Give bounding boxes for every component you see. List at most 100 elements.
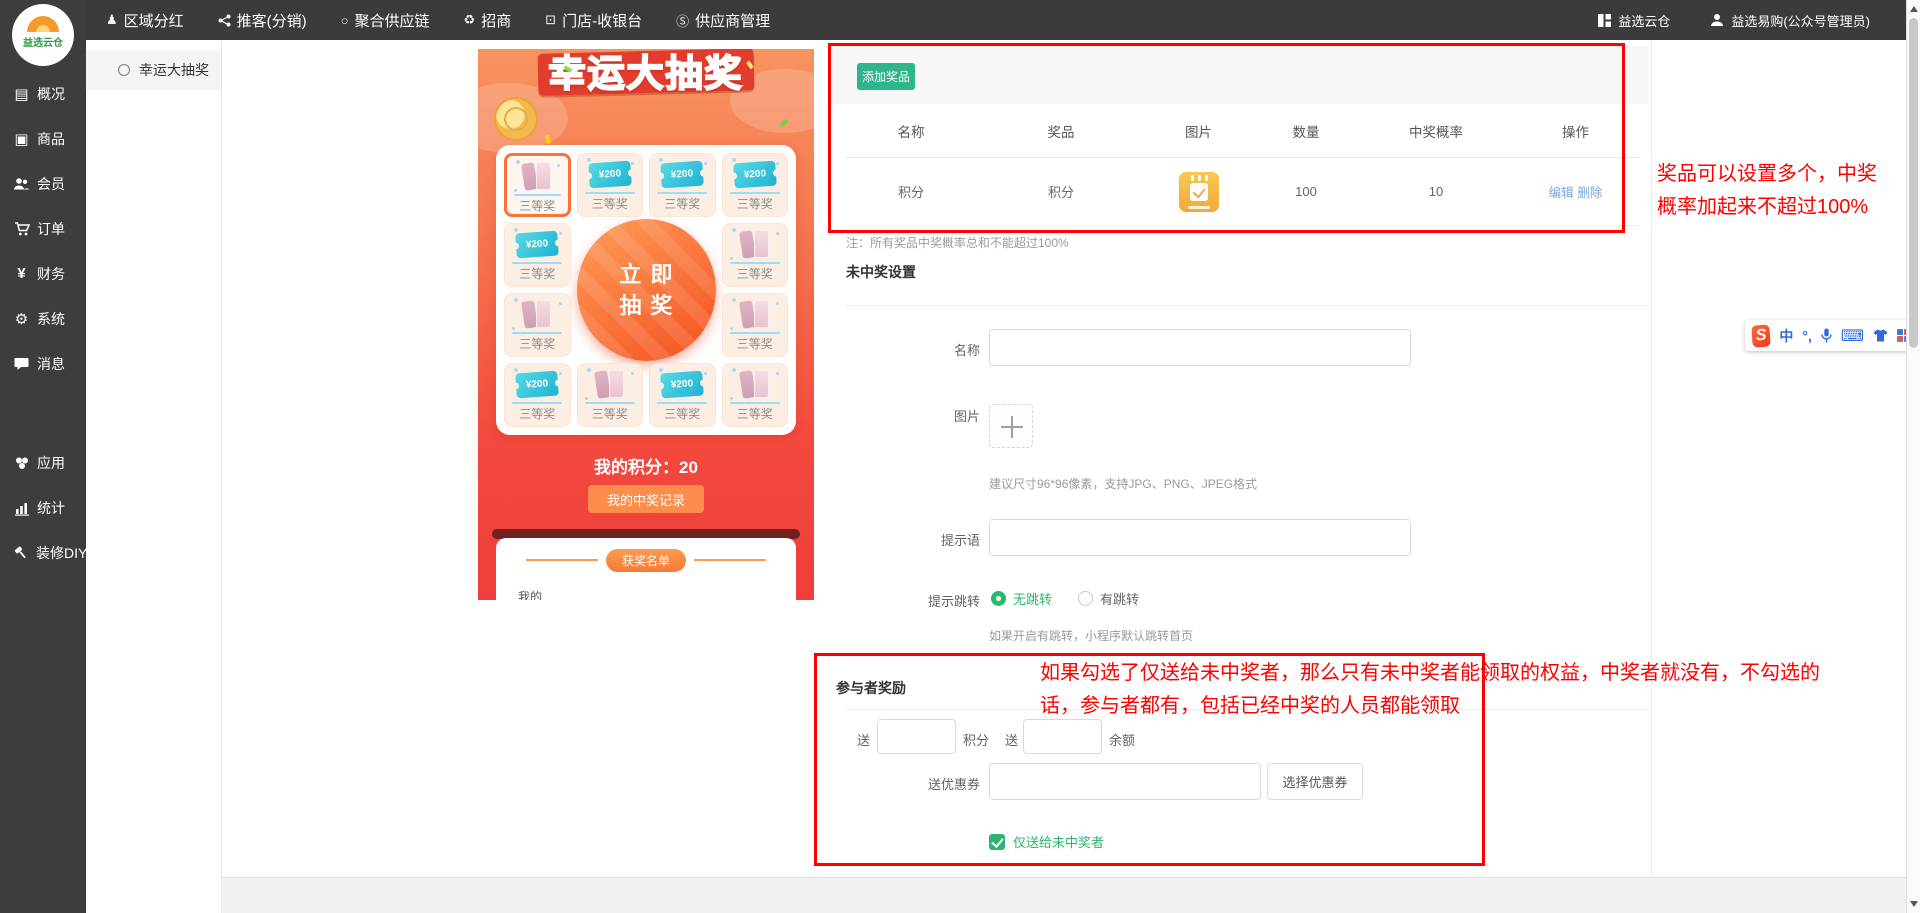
- sidebar-item-apps[interactable]: 应用: [0, 440, 86, 485]
- supplier-icon: Ⓢ: [676, 11, 689, 30]
- radio-label: 有跳转: [1100, 589, 1139, 608]
- nav-item-supply-chain[interactable]: ○ 聚合供应链: [341, 10, 430, 31]
- logo-sun-icon: [27, 16, 59, 32]
- nav-label: 区域分红: [124, 10, 184, 31]
- pill-line-left: [526, 559, 598, 561]
- scrollbar-thumb[interactable]: [1909, 18, 1918, 348]
- prize-cell-phone-selected: 三等奖: [504, 153, 571, 217]
- sogou-logo-icon[interactable]: S: [1751, 324, 1771, 347]
- circle-icon: ○: [341, 13, 349, 28]
- annotation-right-note: 奖品可以设置多个，中奖概率加起来不超过100%: [1657, 158, 1895, 224]
- warehouse-label: 益选云仓: [1618, 11, 1670, 30]
- prize-table: 名称 奖品 图片 数量 中奖概率 操作 积分 积分 100 10 编辑 删除: [846, 104, 1640, 226]
- storefront-icon: ⊡: [545, 12, 556, 28]
- give-balance-input[interactable]: [1023, 719, 1102, 754]
- prize-cell-phone: 三等奖: [504, 293, 571, 357]
- bar-chart-icon: [13, 500, 30, 516]
- keyboard-icon[interactable]: ⌨: [1841, 326, 1864, 346]
- topbar: ♟ 区域分红 推客(分销) ○ 聚合供应链 ♻ 招商 ⊡ 门店-收银台 Ⓢ 供应…: [0, 0, 1906, 40]
- cell-quantity: 100: [1251, 184, 1361, 199]
- dashboard-grid-icon: [1598, 14, 1611, 27]
- warehouse-switcher[interactable]: 益选云仓: [1598, 11, 1670, 30]
- sidebar-item-overview[interactable]: ▤ 概况: [0, 71, 86, 116]
- give-label: 送: [857, 730, 870, 749]
- users-icon: [13, 176, 30, 192]
- prize-cell-phone: 三等奖: [722, 293, 789, 357]
- phone-prize-image: [520, 161, 554, 192]
- scroll-up-icon[interactable]: [1910, 6, 1918, 12]
- prize-cell-coupon: ¥200三等奖: [504, 363, 571, 427]
- topbar-nav: ♟ 区域分红 推客(分销) ○ 聚合供应链 ♻ 招商 ⊡ 门店-收银台 Ⓢ 供应…: [106, 0, 770, 40]
- draw-button-cell: 立即 抽奖: [577, 223, 716, 357]
- tip-input[interactable]: [989, 519, 1411, 556]
- submenu-item-lucky-draw[interactable]: 幸运大抽奖: [86, 50, 221, 90]
- add-prize-button[interactable]: 添加奖品: [857, 63, 915, 90]
- table-toolbar-strip: [831, 46, 1648, 104]
- prize-table-header: 名称 奖品 图片 数量 中奖概率 操作: [846, 104, 1640, 158]
- radio-has-jump[interactable]: 有跳转: [1078, 589, 1139, 608]
- prize-cell-phone: 三等奖: [577, 363, 644, 427]
- select-coupon-button[interactable]: 选择优惠券: [1267, 763, 1363, 800]
- prize-cell-label: 三等奖: [737, 265, 773, 282]
- coupon-prize-image: ¥200: [515, 370, 559, 398]
- col-prize: 奖品: [976, 121, 1146, 141]
- person-podium-icon: ♟: [106, 12, 118, 28]
- ime-punct-icon[interactable]: °,: [1802, 328, 1812, 344]
- only-loser-checkbox-row[interactable]: 仅送给未中奖者: [989, 832, 1104, 851]
- my-points-text: 我的积分：20: [478, 453, 814, 478]
- nav-item-store-cashier[interactable]: ⊡ 门店-收银台: [545, 10, 642, 31]
- microphone-icon[interactable]: [1821, 328, 1832, 343]
- scroll-down-icon[interactable]: [1910, 901, 1918, 907]
- sidebar-label: 装修DIY: [36, 543, 87, 563]
- winners-title-pill: 获奖名单: [606, 549, 686, 572]
- radio-no-jump[interactable]: 无跳转: [991, 589, 1052, 608]
- plus-icon: [1011, 416, 1013, 438]
- prize-cell-label: 三等奖: [519, 335, 555, 352]
- give-points-input[interactable]: [877, 719, 956, 754]
- sidebar-item-stats[interactable]: 统计: [0, 485, 86, 530]
- app-logo[interactable]: 益选云仓: [12, 4, 74, 66]
- prize-cell-label: 三等奖: [664, 195, 700, 212]
- prize-cell-label: 三等奖: [737, 405, 773, 422]
- nav-label: 门店-收银台: [562, 10, 642, 31]
- ime-mode-icon[interactable]: 中: [1779, 326, 1793, 346]
- edit-link[interactable]: 编辑: [1549, 186, 1574, 200]
- col-probability: 中奖概率: [1361, 121, 1511, 141]
- section-title-no-win: 未中奖设置: [846, 262, 916, 282]
- sidebar-item-finance[interactable]: ¥ 财务: [0, 251, 86, 296]
- no-win-name-input[interactable]: [989, 329, 1411, 366]
- coupon-prize-image: ¥200: [515, 230, 559, 258]
- nav-item-distribution[interactable]: 推客(分销): [218, 10, 307, 31]
- prize-cell-coupon: ¥200三等奖: [577, 153, 644, 217]
- sidebar-item-goods[interactable]: ▣ 商品: [0, 116, 86, 161]
- prize-cell-label: 三等奖: [519, 265, 555, 282]
- prize-cell-label: 三等奖: [664, 405, 700, 422]
- coupon-prize-image: ¥200: [660, 160, 704, 188]
- image-upload-box[interactable]: [989, 404, 1033, 448]
- sidebar-label: 财务: [37, 264, 65, 284]
- skin-tshirt-icon[interactable]: [1873, 329, 1888, 342]
- nav-item-investment[interactable]: ♻ 招商: [464, 10, 512, 31]
- sidebar-item-system[interactable]: ⚙ 系统: [0, 296, 86, 341]
- delete-link[interactable]: 删除: [1577, 186, 1602, 200]
- sidebar-label: 系统: [37, 309, 65, 329]
- nav-item-supplier-mgmt[interactable]: Ⓢ 供应商管理: [676, 10, 770, 31]
- sidebar-item-messages[interactable]: 消息: [0, 341, 86, 386]
- radio-circle-icon: [118, 64, 130, 76]
- prize-cell-phone: 三等奖: [722, 363, 789, 427]
- coupon-input[interactable]: [989, 763, 1261, 800]
- prize-cell-coupon: ¥200三等奖: [722, 153, 789, 217]
- page-footer-area: [222, 877, 1906, 913]
- vertical-scrollbar[interactable]: [1906, 0, 1920, 913]
- nav-item-region-dividend[interactable]: ♟ 区域分红: [106, 10, 184, 31]
- coupon-prize-image: ¥200: [733, 160, 777, 188]
- account-menu[interactable]: 益选易购(公众号管理员): [1710, 11, 1870, 30]
- sidebar-item-members[interactable]: 会员: [0, 161, 86, 206]
- sidebar-item-orders[interactable]: 订单: [0, 206, 86, 251]
- topbar-right: 益选云仓 益选易购(公众号管理员): [1598, 0, 1870, 40]
- submenu-label: 幸运大抽奖: [139, 60, 209, 80]
- sidebar-item-decorate-diy[interactable]: 装修DIY: [0, 530, 86, 575]
- draw-label-line2: 抽奖: [610, 290, 681, 321]
- my-records-button: 我的中奖记录: [588, 485, 704, 513]
- hammer-icon: [13, 545, 29, 561]
